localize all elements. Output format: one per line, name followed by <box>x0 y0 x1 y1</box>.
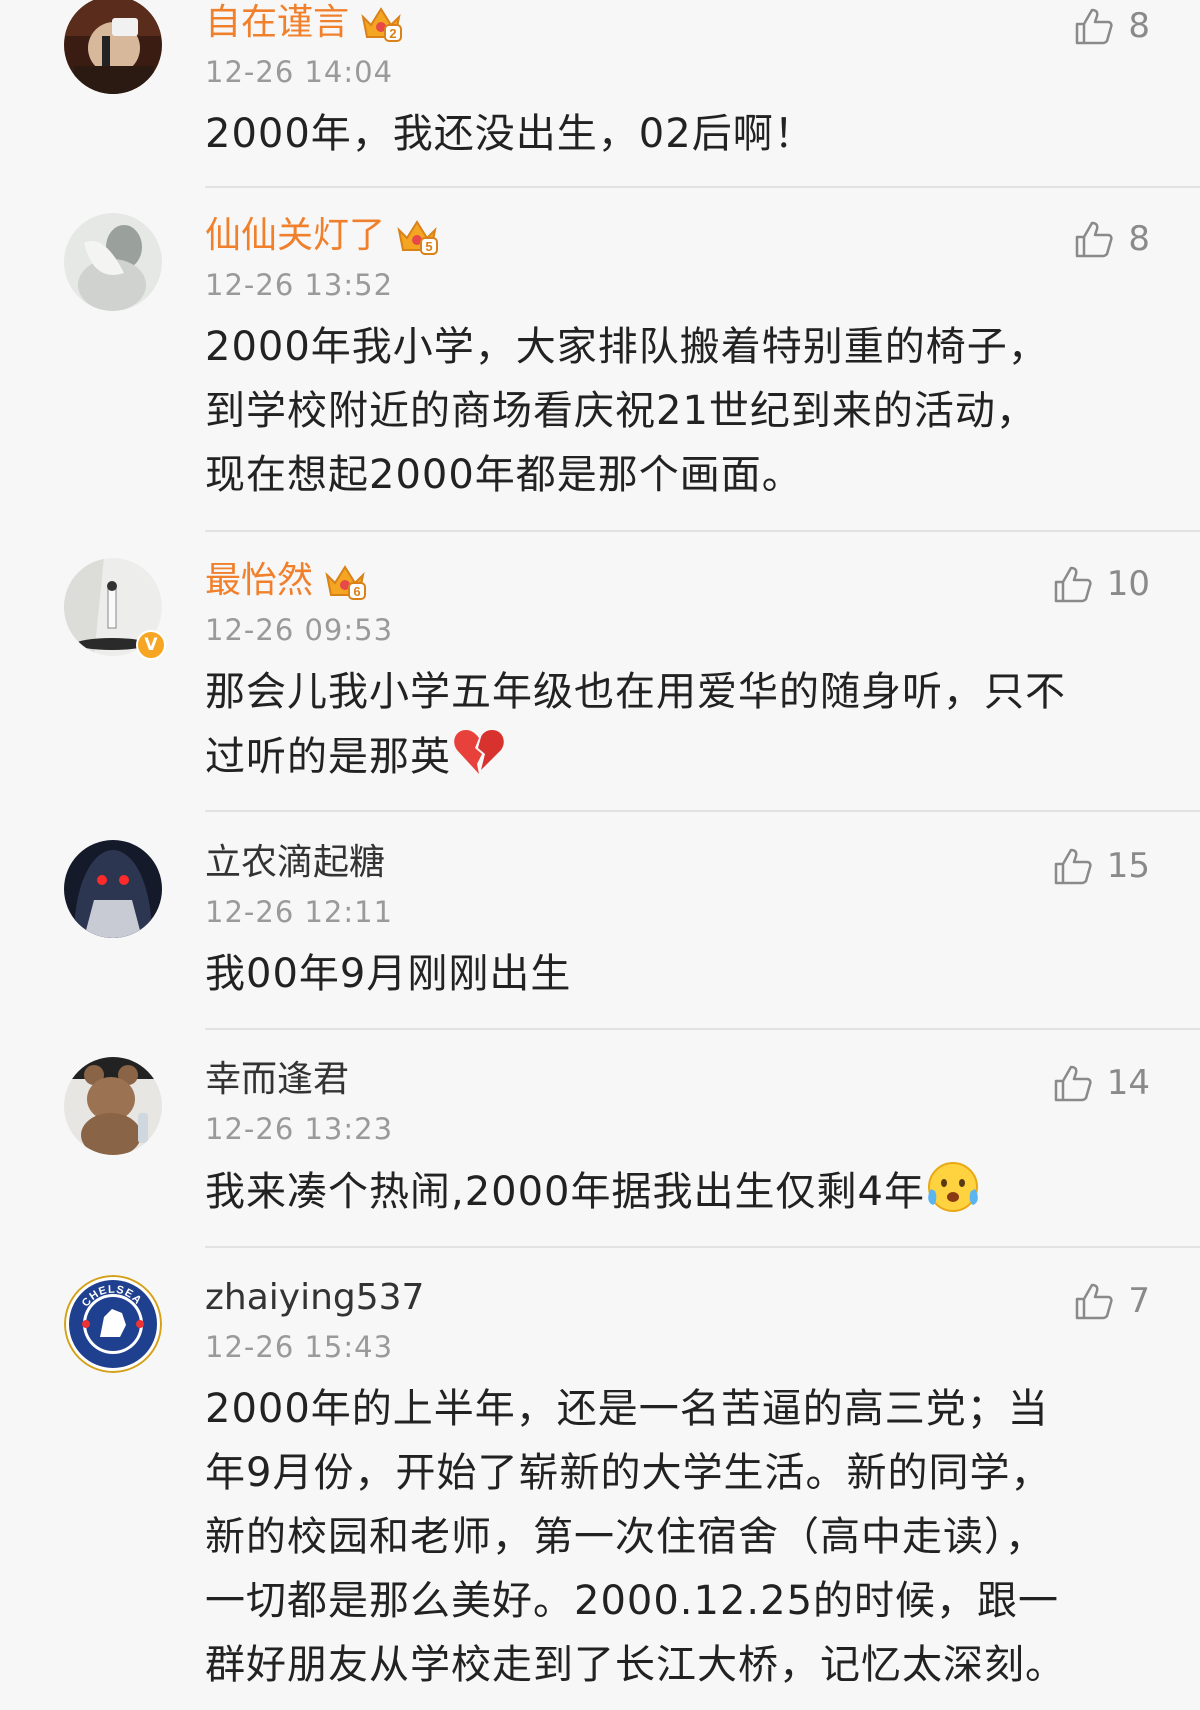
like-count: 14 <box>1106 1063 1150 1103</box>
like-count: 8 <box>1128 219 1150 259</box>
divider <box>205 810 1200 812</box>
comment-item: 自在谨言 2 12-26 14:04 2000年，我还没出生，02后啊！ 8 <box>0 0 1200 188</box>
thumbs-up-icon <box>1076 8 1113 45</box>
thumbs-up-icon <box>1076 221 1113 258</box>
divider <box>205 186 1200 188</box>
comment-body: 自在谨言 2 12-26 14:04 2000年，我还没出生，02后啊！ <box>205 0 1150 166</box>
thumbs-up-icon <box>1054 848 1092 885</box>
username[interactable]: 最怡然 <box>205 558 313 604</box>
username[interactable]: 仙仙关灯了 <box>205 213 385 259</box>
comment-time: 12-26 12:11 <box>205 895 394 929</box>
user-avatar[interactable] <box>64 1057 162 1155</box>
comment-body: 最怡然 6 12-26 09:53 那会儿我小学五年级也在用爱华的随身听，只不 … <box>205 558 1150 789</box>
user-avatar[interactable] <box>64 213 162 311</box>
comment-text: 2000年，我还没出生，02后啊！ <box>205 111 815 157</box>
svg-text:5: 5 <box>425 239 432 254</box>
comment-item: 幸而逢君 12-26 13:23 我来凑个热闹,2000年据我出生仅剩4年 14 <box>0 1057 1200 1247</box>
comment-text: 我来凑个热闹,2000年据我出生仅剩4年 <box>205 1159 1150 1224</box>
user-avatar[interactable]: CHELSEA <box>64 1275 162 1373</box>
comment-time: 12-26 09:53 <box>205 613 394 647</box>
vip-crown-icon: 2 <box>361 7 403 42</box>
comment-text-content: 那会儿我小学五年级也在用爱华的随身听，只不 过听的是那英 <box>205 669 1066 780</box>
comment-text: 2000年我小学，大家排队搬着特别重的椅子， 到学校附近的商场看庆祝21世纪到来… <box>205 324 1049 498</box>
divider <box>205 530 1200 532</box>
comment-time: 12-26 13:52 <box>205 268 394 302</box>
comment-text-content: 我来凑个热闹,2000年据我出生仅剩4年 <box>205 1169 925 1215</box>
username[interactable]: zhaiying537 <box>205 1275 424 1321</box>
comment-text: 2000年的上半年，还是一名苦逼的高三党；当 年9月份，开始了崭新的大学生活。新… <box>205 1386 1066 1688</box>
like-button[interactable]: 14 <box>1053 1061 1150 1105</box>
comment-item: CHELSEA zhaiying537 12-26 15:43 2000年的上半… <box>0 1275 1200 1710</box>
comment-text: 那会儿我小学五年级也在用爱华的随身听，只不 过听的是那英 <box>205 660 1150 789</box>
thumbs-up-icon <box>1076 1283 1113 1320</box>
name-row: 最怡然 6 <box>205 558 1150 604</box>
username[interactable]: 自在谨言 <box>205 0 349 46</box>
divider <box>205 1246 1200 1248</box>
user-avatar[interactable] <box>64 840 162 938</box>
like-count: 8 <box>1128 6 1150 46</box>
svg-text:2: 2 <box>389 26 396 41</box>
name-row: zhaiying537 <box>205 1275 1150 1321</box>
username[interactable]: 幸而逢君 <box>205 1057 349 1103</box>
svg-text:6: 6 <box>353 584 360 599</box>
comment-body: 仙仙关灯了 5 12-26 13:52 2000年我小学，大家排队搬着特别重的椅… <box>205 213 1150 507</box>
name-row: 立农滴起糖 <box>205 840 1150 886</box>
comment-body: 幸而逢君 12-26 13:23 我来凑个热闹,2000年据我出生仅剩4年 <box>205 1057 1150 1224</box>
divider <box>205 1028 1200 1030</box>
verified-badge-icon: V <box>136 630 166 660</box>
comment-body: 立农滴起糖 12-26 12:11 我00年9月刚刚出生 <box>205 840 1150 1006</box>
like-button[interactable]: 8 <box>1074 217 1150 261</box>
comment-body: zhaiying537 12-26 15:43 2000年的上半年，还是一名苦逼… <box>205 1275 1150 1697</box>
comment-item: V 最怡然 6 12-26 09:53 那会儿我小学五年级也在用爱华的随身听，只… <box>0 558 1200 808</box>
broken-heart-icon <box>454 730 504 774</box>
name-row: 自在谨言 2 <box>205 0 1150 46</box>
thumbs-up-icon <box>1054 566 1092 603</box>
username[interactable]: 立农滴起糖 <box>205 840 385 886</box>
name-row: 幸而逢君 <box>205 1057 1150 1103</box>
vip-crown-icon: 6 <box>325 565 367 600</box>
like-button[interactable]: 15 <box>1053 844 1150 888</box>
like-button[interactable]: 10 <box>1053 562 1150 606</box>
comment-time: 12-26 15:43 <box>205 1330 394 1364</box>
like-count: 15 <box>1106 846 1150 886</box>
comment-item: 仙仙关灯了 5 12-26 13:52 2000年我小学，大家排队搬着特别重的椅… <box>0 213 1200 533</box>
name-row: 仙仙关灯了 5 <box>205 213 1150 259</box>
crying-laughing-face-icon <box>927 1162 978 1212</box>
like-button[interactable]: 7 <box>1074 1279 1150 1323</box>
comment-text: 我00年9月刚刚出生 <box>205 951 572 997</box>
comment-item: 立农滴起糖 12-26 12:11 我00年9月刚刚出生 15 <box>0 840 1200 1020</box>
like-button[interactable]: 8 <box>1074 4 1150 48</box>
comment-time: 12-26 13:23 <box>205 1112 394 1146</box>
vip-crown-icon: 5 <box>397 220 439 255</box>
like-count: 10 <box>1106 564 1150 604</box>
comment-time: 12-26 14:04 <box>205 55 394 89</box>
user-avatar[interactable] <box>64 0 162 94</box>
thumbs-up-icon <box>1054 1065 1092 1102</box>
like-count: 7 <box>1128 1281 1150 1321</box>
